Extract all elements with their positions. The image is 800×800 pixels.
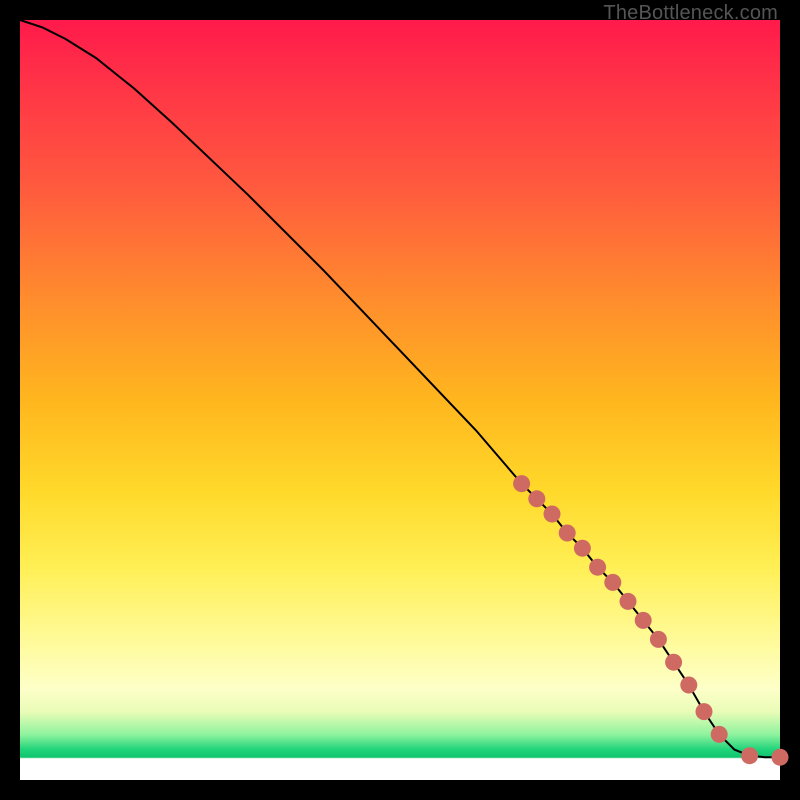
data-marker [620,593,637,610]
data-marker [665,654,682,671]
chart-frame: TheBottleneck.com [0,0,800,800]
marker-layer [513,475,788,766]
data-marker [513,475,530,492]
data-marker [650,631,667,648]
data-marker [574,540,591,557]
data-marker [696,703,713,720]
data-marker [741,747,758,764]
plot-area [20,20,780,780]
data-marker [772,749,789,766]
data-marker [559,525,576,542]
bottleneck-curve [20,20,780,757]
data-marker [589,559,606,576]
data-marker [635,612,652,629]
data-marker [528,490,545,507]
chart-svg [20,20,780,780]
data-marker [604,574,621,591]
data-marker [711,726,728,743]
data-marker [680,677,697,694]
data-marker [544,506,561,523]
